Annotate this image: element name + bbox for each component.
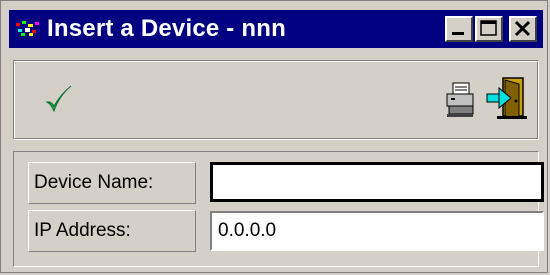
printer-icon	[446, 82, 474, 117]
close-icon	[514, 20, 531, 37]
ip-address-input[interactable]	[210, 211, 544, 251]
device-name-label: Device Name:	[34, 172, 154, 193]
window-title: Insert a Device - nnn	[47, 15, 286, 42]
ip-address-label: IP Address:	[34, 220, 131, 241]
exit-door-icon	[486, 77, 527, 119]
print-button[interactable]	[443, 80, 477, 120]
exit-button[interactable]	[485, 74, 529, 122]
title-bar[interactable]: Insert a Device - nnn	[9, 10, 543, 48]
close-button[interactable]	[509, 16, 537, 42]
accept-button[interactable]	[41, 80, 77, 118]
checkmark-icon	[45, 85, 72, 113]
device-name-input[interactable]	[210, 162, 544, 202]
maximize-button[interactable]	[475, 16, 503, 42]
toolbar	[13, 60, 539, 140]
minimize-button[interactable]	[445, 16, 473, 42]
device-form: Device Name: IP Address:	[13, 151, 544, 267]
app-icon	[16, 21, 39, 36]
maximize-icon	[480, 20, 497, 36]
dialog-window: Insert a Device - nnn Device Name: IP Ad…	[0, 0, 548, 273]
minimize-icon	[452, 32, 464, 35]
